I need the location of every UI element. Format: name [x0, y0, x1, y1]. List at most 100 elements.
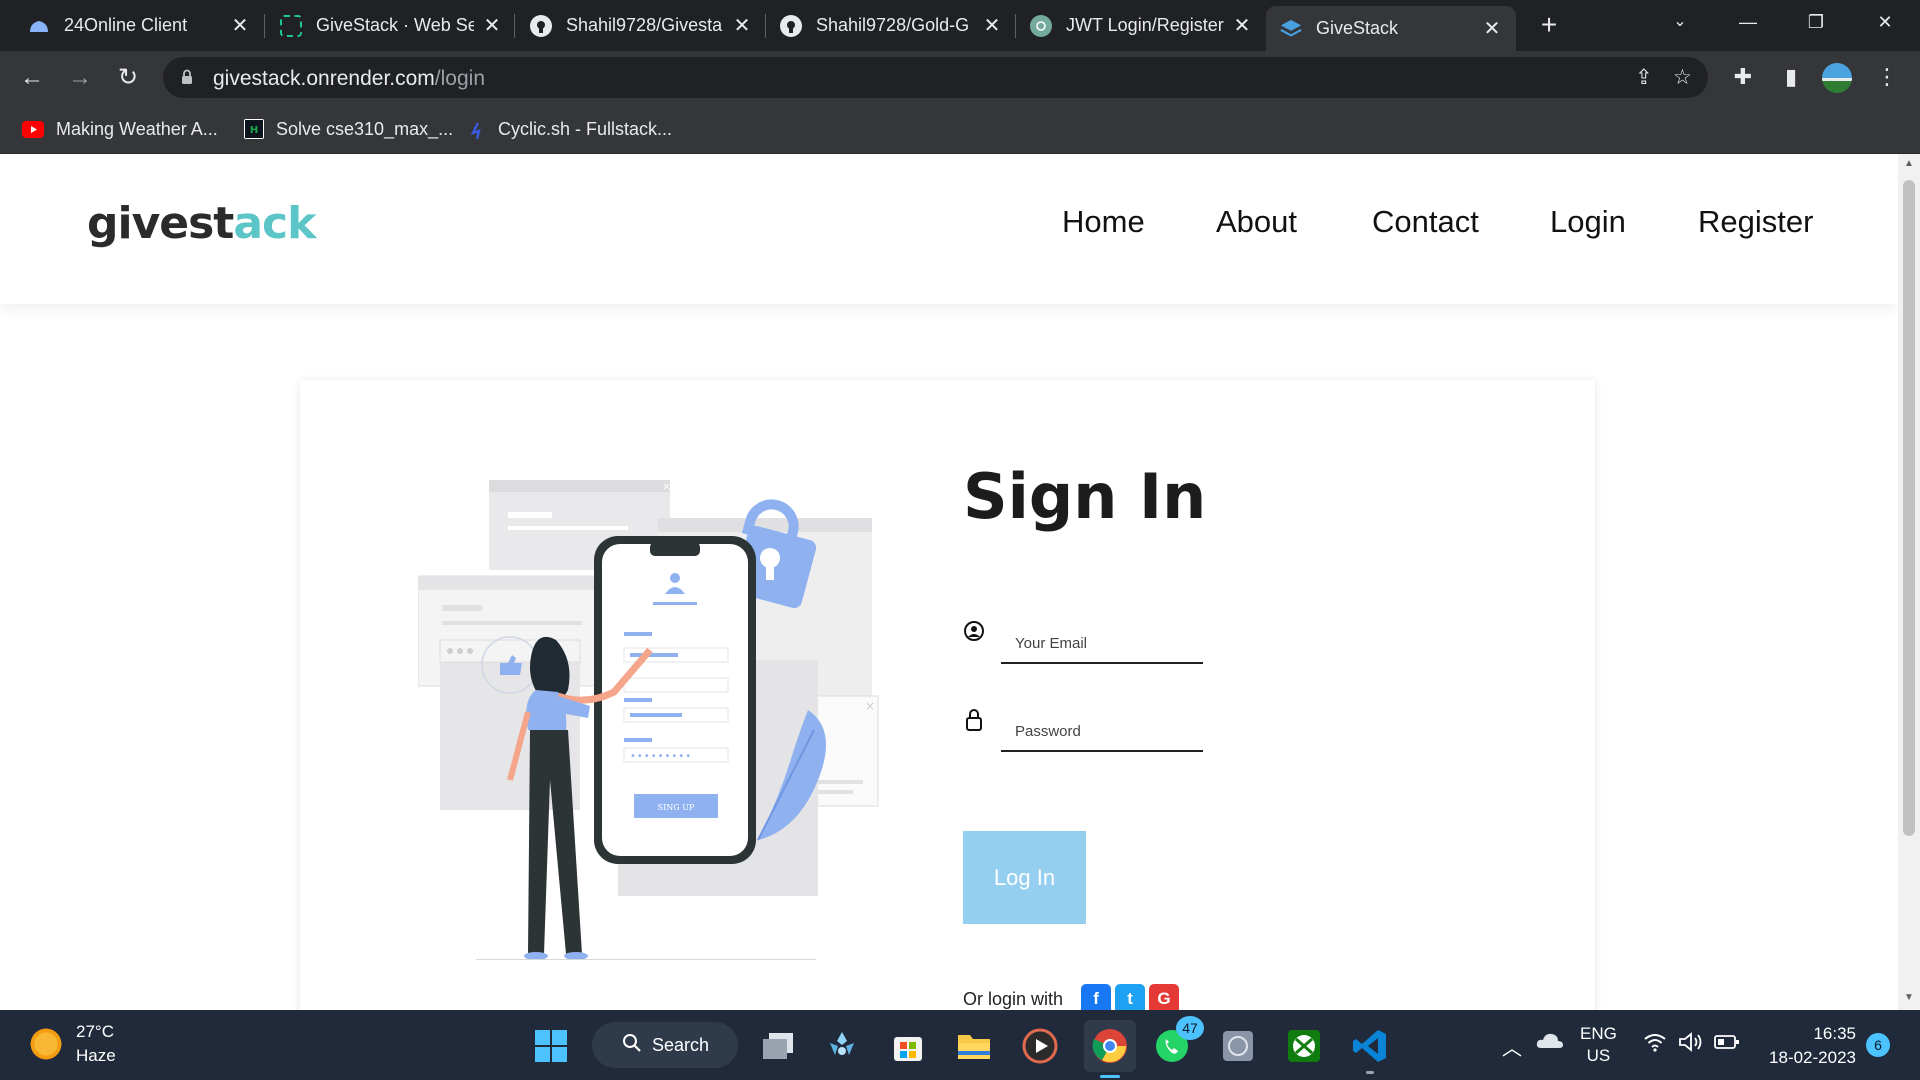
- lock-icon: [963, 708, 985, 731]
- page-title: Sign In: [963, 460, 1207, 533]
- page-scrollbar[interactable]: ▲ ▼: [1898, 154, 1920, 1010]
- bookmark-item[interactable]: Making Weather A...: [22, 116, 218, 142]
- bookmark-item[interactable]: H Solve cse310_max_...: [244, 116, 453, 142]
- reload-icon[interactable]: ↻: [110, 60, 146, 96]
- forward-arrow-icon[interactable]: →: [62, 60, 98, 96]
- bookmark-label: Solve cse310_max_...: [276, 118, 454, 139]
- tab-label: Shahil9728/Givesta: [566, 15, 723, 35]
- widgets-icon[interactable]: [820, 1024, 864, 1068]
- email-input[interactable]: [1001, 618, 1203, 664]
- minimize-button[interactable]: —: [1718, 0, 1778, 44]
- nav-login[interactable]: Login: [1550, 204, 1626, 240]
- close-icon[interactable]: ✕: [1482, 16, 1502, 41]
- clock-date: 18-02-2023: [1769, 1048, 1856, 1067]
- close-icon[interactable]: ✕: [482, 13, 502, 38]
- volume-icon[interactable]: [1678, 1032, 1704, 1057]
- app-icon[interactable]: [1216, 1024, 1260, 1068]
- chrome-taskbar-icon[interactable]: [1084, 1020, 1136, 1078]
- close-icon[interactable]: ✕: [230, 13, 250, 38]
- browser-toolbar: ← → ↻ givestack.onrender.com/login ⇪ ☆ ✚…: [0, 51, 1920, 104]
- task-view-icon[interactable]: [756, 1024, 800, 1068]
- extensions-puzzle-icon[interactable]: ✚: [1728, 64, 1758, 90]
- language-line2: US: [1586, 1046, 1611, 1065]
- givestack-web-favicon-icon: [280, 14, 302, 37]
- site-header: givestack Home About Contact Login Regis…: [0, 154, 1898, 304]
- bookmark-item[interactable]: Cyclic.sh - Fullstack...: [470, 116, 672, 142]
- browser-tab[interactable]: Shahil9728/Givesta ✕: [516, 0, 766, 51]
- nav-home[interactable]: Home: [1062, 204, 1145, 240]
- tab-search-chevron-icon[interactable]: ⌄: [1650, 0, 1710, 44]
- back-arrow-icon[interactable]: ←: [14, 60, 50, 96]
- google-icon[interactable]: G: [1149, 984, 1180, 1010]
- givestack-favicon-icon: [1280, 18, 1302, 40]
- login-illustration: × × ••••••••• SING UP: [418, 480, 879, 960]
- close-icon[interactable]: ✕: [982, 13, 1002, 38]
- browser-tab-active[interactable]: GiveStack ✕: [1266, 6, 1516, 51]
- wifi-icon[interactable]: [1643, 1032, 1667, 1057]
- password-input[interactable]: [1001, 706, 1203, 752]
- weather-widget[interactable]: 27°C Haze: [28, 1020, 116, 1068]
- scrollbar-thumb[interactable]: [1903, 180, 1915, 836]
- browser-tab[interactable]: 24Online Client ✕: [14, 0, 264, 51]
- close-window-button[interactable]: ✕: [1855, 0, 1915, 44]
- scroll-up-arrow-icon[interactable]: ▲: [1898, 158, 1920, 169]
- file-explorer-icon[interactable]: [952, 1024, 996, 1068]
- onedrive-cloud-icon[interactable]: [1536, 1030, 1564, 1055]
- clock[interactable]: 16:35 18-02-2023: [1764, 1022, 1856, 1070]
- restore-button[interactable]: ❐: [1786, 0, 1846, 44]
- weather-text: Haze: [76, 1046, 116, 1065]
- close-icon[interactable]: ✕: [732, 13, 752, 38]
- language-indicator[interactable]: ENG US: [1580, 1023, 1617, 1067]
- browser-tab[interactable]: GiveStack · Web Se ✕: [266, 0, 516, 51]
- menu-kebab-icon[interactable]: ⋮: [1872, 64, 1902, 90]
- share-icon[interactable]: ⇪: [1635, 65, 1653, 90]
- browser-tab[interactable]: Shahil9728/Gold-G ✕: [766, 0, 1016, 51]
- address-bar[interactable]: givestack.onrender.com/login ⇪ ☆: [163, 57, 1708, 98]
- web-page: givestack Home About Contact Login Regis…: [0, 154, 1898, 1010]
- tab-label: 24Online Client: [64, 15, 188, 35]
- close-icon[interactable]: ✕: [1232, 13, 1252, 38]
- social-login-row: Or login with f t G: [963, 984, 1180, 1010]
- url-text: givestack.onrender.com/login: [213, 67, 485, 91]
- cloud-icon: [28, 15, 50, 37]
- user-circle-icon: [963, 620, 985, 642]
- whatsapp-badge: 47: [1176, 1016, 1204, 1040]
- url-host: givestack.onrender.com: [213, 67, 435, 90]
- nav-register[interactable]: Register: [1698, 204, 1813, 240]
- bookmark-star-icon[interactable]: ☆: [1673, 65, 1692, 90]
- browser-tab[interactable]: JWT Login/Register ✕: [1016, 0, 1266, 51]
- side-panel-icon[interactable]: ▮: [1776, 64, 1806, 90]
- notification-badge[interactable]: 6: [1866, 1033, 1890, 1057]
- active-app-indicator: [1100, 1075, 1120, 1078]
- tab-label: GiveStack · Web Se: [316, 15, 474, 35]
- vscode-icon[interactable]: [1348, 1024, 1392, 1074]
- nav-about[interactable]: About: [1216, 204, 1297, 240]
- new-tab-button[interactable]: +: [1536, 8, 1562, 42]
- show-hidden-icons-chevron-icon[interactable]: ︿: [1502, 1032, 1522, 1061]
- tab-label: Shahil9728/Gold-G: [816, 15, 970, 35]
- xbox-icon[interactable]: [1282, 1024, 1326, 1068]
- logo-main-text: givest: [87, 198, 234, 249]
- media-player-icon[interactable]: [1018, 1024, 1062, 1068]
- windows-start-icon[interactable]: [529, 1024, 573, 1068]
- hackerrank-icon: H: [244, 119, 264, 139]
- profile-avatar[interactable]: [1822, 63, 1852, 93]
- cyclic-icon: [470, 121, 486, 139]
- twitter-icon[interactable]: t: [1115, 984, 1146, 1010]
- svg-text:×: ×: [662, 480, 671, 493]
- bookmark-label: Cyclic.sh - Fullstack...: [498, 118, 673, 139]
- login-button[interactable]: Log In: [963, 831, 1086, 924]
- whatsapp-icon[interactable]: 47: [1150, 1016, 1204, 1068]
- tab-separator: [514, 14, 515, 38]
- scroll-down-arrow-icon[interactable]: ▼: [1898, 992, 1920, 1003]
- logo-accent-text: ack: [233, 198, 316, 249]
- microsoft-store-icon[interactable]: [886, 1024, 930, 1068]
- language-line1: ENG: [1580, 1024, 1617, 1043]
- facebook-icon[interactable]: f: [1081, 984, 1112, 1010]
- taskbar-search[interactable]: Search: [592, 1022, 738, 1068]
- illustration-signup-text: SING UP: [658, 803, 695, 812]
- givestack-logo[interactable]: givestack: [87, 198, 316, 249]
- battery-icon[interactable]: [1714, 1034, 1740, 1055]
- tab-separator: [264, 14, 265, 38]
- nav-contact[interactable]: Contact: [1372, 204, 1479, 240]
